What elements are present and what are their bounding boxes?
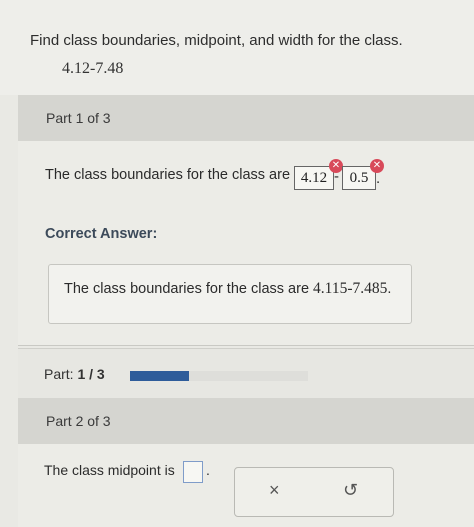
midpoint-input[interactable]	[183, 461, 203, 483]
part-2-header: Part 2 of 3	[18, 398, 474, 444]
undo-icon[interactable]: ↺	[343, 480, 358, 501]
part-1-header: Part 1 of 3	[18, 95, 474, 141]
correct-answer-sentence: The class boundaries for the class are	[64, 281, 310, 297]
correct-answer-label: Correct Answer:	[45, 226, 158, 242]
correct-answer-text: The class boundaries for the class are 4…	[64, 280, 391, 298]
class-range: 4.12-7.48	[62, 60, 124, 77]
progress-label: Part: 1 / 3	[44, 366, 105, 382]
part-2-title: Part 2 of 3	[46, 413, 111, 429]
boundary-period: .	[376, 170, 381, 187]
boundary-dash: -	[334, 168, 339, 185]
correct-answer-period: .	[387, 281, 392, 297]
clear-icon[interactable]: ×	[269, 480, 280, 501]
progress-prefix: Part:	[44, 366, 74, 382]
part-1-title: Part 1 of 3	[46, 110, 111, 126]
progress-value: 1 / 3	[77, 366, 105, 382]
lower-boundary-input[interactable]: 4.12	[294, 166, 334, 190]
midpoint-text: The class midpoint is	[44, 462, 175, 478]
midpoint-period: .	[206, 462, 210, 478]
boundaries-text: The class boundaries for the class are	[45, 167, 291, 183]
progress-bar	[130, 371, 308, 381]
question-prompt: Find class boundaries, midpoint, and wid…	[30, 32, 403, 49]
answer-tools: × ↺	[234, 467, 394, 517]
correct-answer-value: 4.115-7.485	[313, 280, 388, 297]
progress-fill	[130, 371, 190, 381]
